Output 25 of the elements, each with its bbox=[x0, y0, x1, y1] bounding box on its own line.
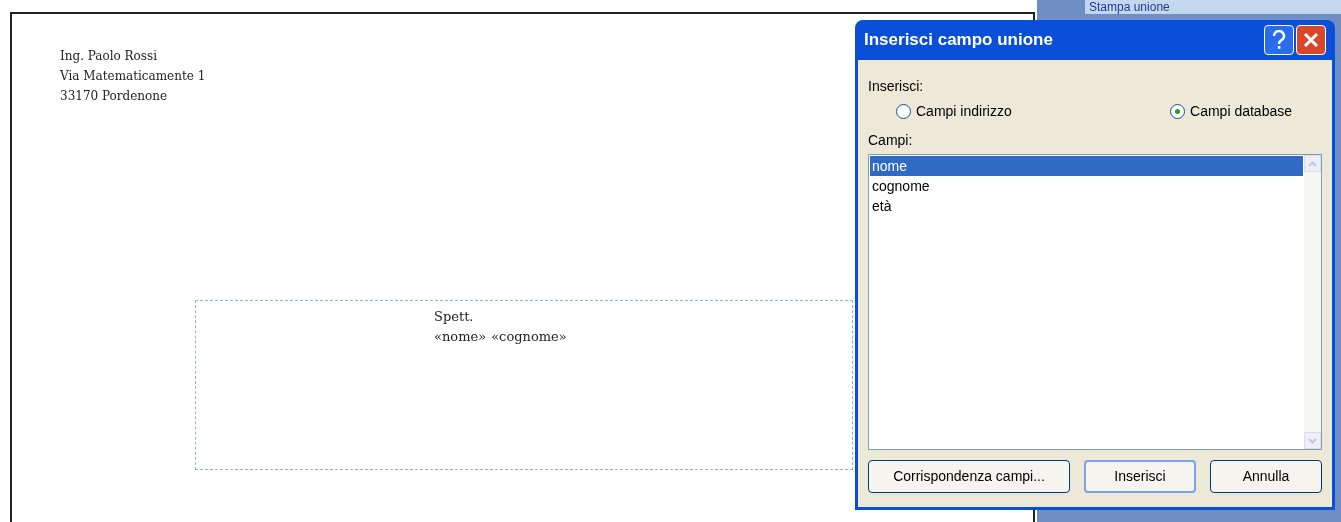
fields-label: Campi: bbox=[868, 131, 914, 150]
dialog-button[interactable]: Annulla bbox=[1210, 460, 1322, 493]
dialog-button[interactable]: Corrispondenza campi... bbox=[868, 460, 1070, 493]
salutation-text: Spett. bbox=[434, 308, 475, 326]
dialog-title: Inserisci campo unione bbox=[864, 29, 1053, 52]
radio-option[interactable]: Campi indirizzo bbox=[896, 101, 1012, 122]
fields-list[interactable]: nome cognome età bbox=[868, 154, 1322, 450]
help-button[interactable] bbox=[1264, 25, 1294, 55]
sender-line: 33170 Pordenone bbox=[60, 88, 169, 105]
merge-field: «cognome» bbox=[491, 327, 567, 347]
list-item[interactable]: nome bbox=[870, 156, 1303, 176]
merge-field: «nome» bbox=[434, 327, 487, 347]
radio-option[interactable]: Campi database bbox=[1170, 101, 1292, 122]
sender-line: Via Matematicamente 1 bbox=[60, 68, 206, 85]
close-button[interactable] bbox=[1296, 25, 1326, 55]
help-icon bbox=[1270, 30, 1288, 50]
radio-button[interactable] bbox=[896, 104, 911, 119]
insert-label: Inserisci: bbox=[868, 77, 925, 96]
list-item[interactable]: cognome bbox=[870, 176, 1303, 196]
radio-button[interactable] bbox=[1170, 104, 1186, 119]
pane-title: Stampa unione bbox=[1089, 0, 1171, 14]
list-item[interactable]: età bbox=[870, 196, 1303, 216]
sender-line: Ing. Paolo Rossi bbox=[60, 48, 158, 65]
dialog-button[interactable]: Inserisci bbox=[1084, 460, 1196, 493]
close-icon bbox=[1302, 31, 1320, 49]
